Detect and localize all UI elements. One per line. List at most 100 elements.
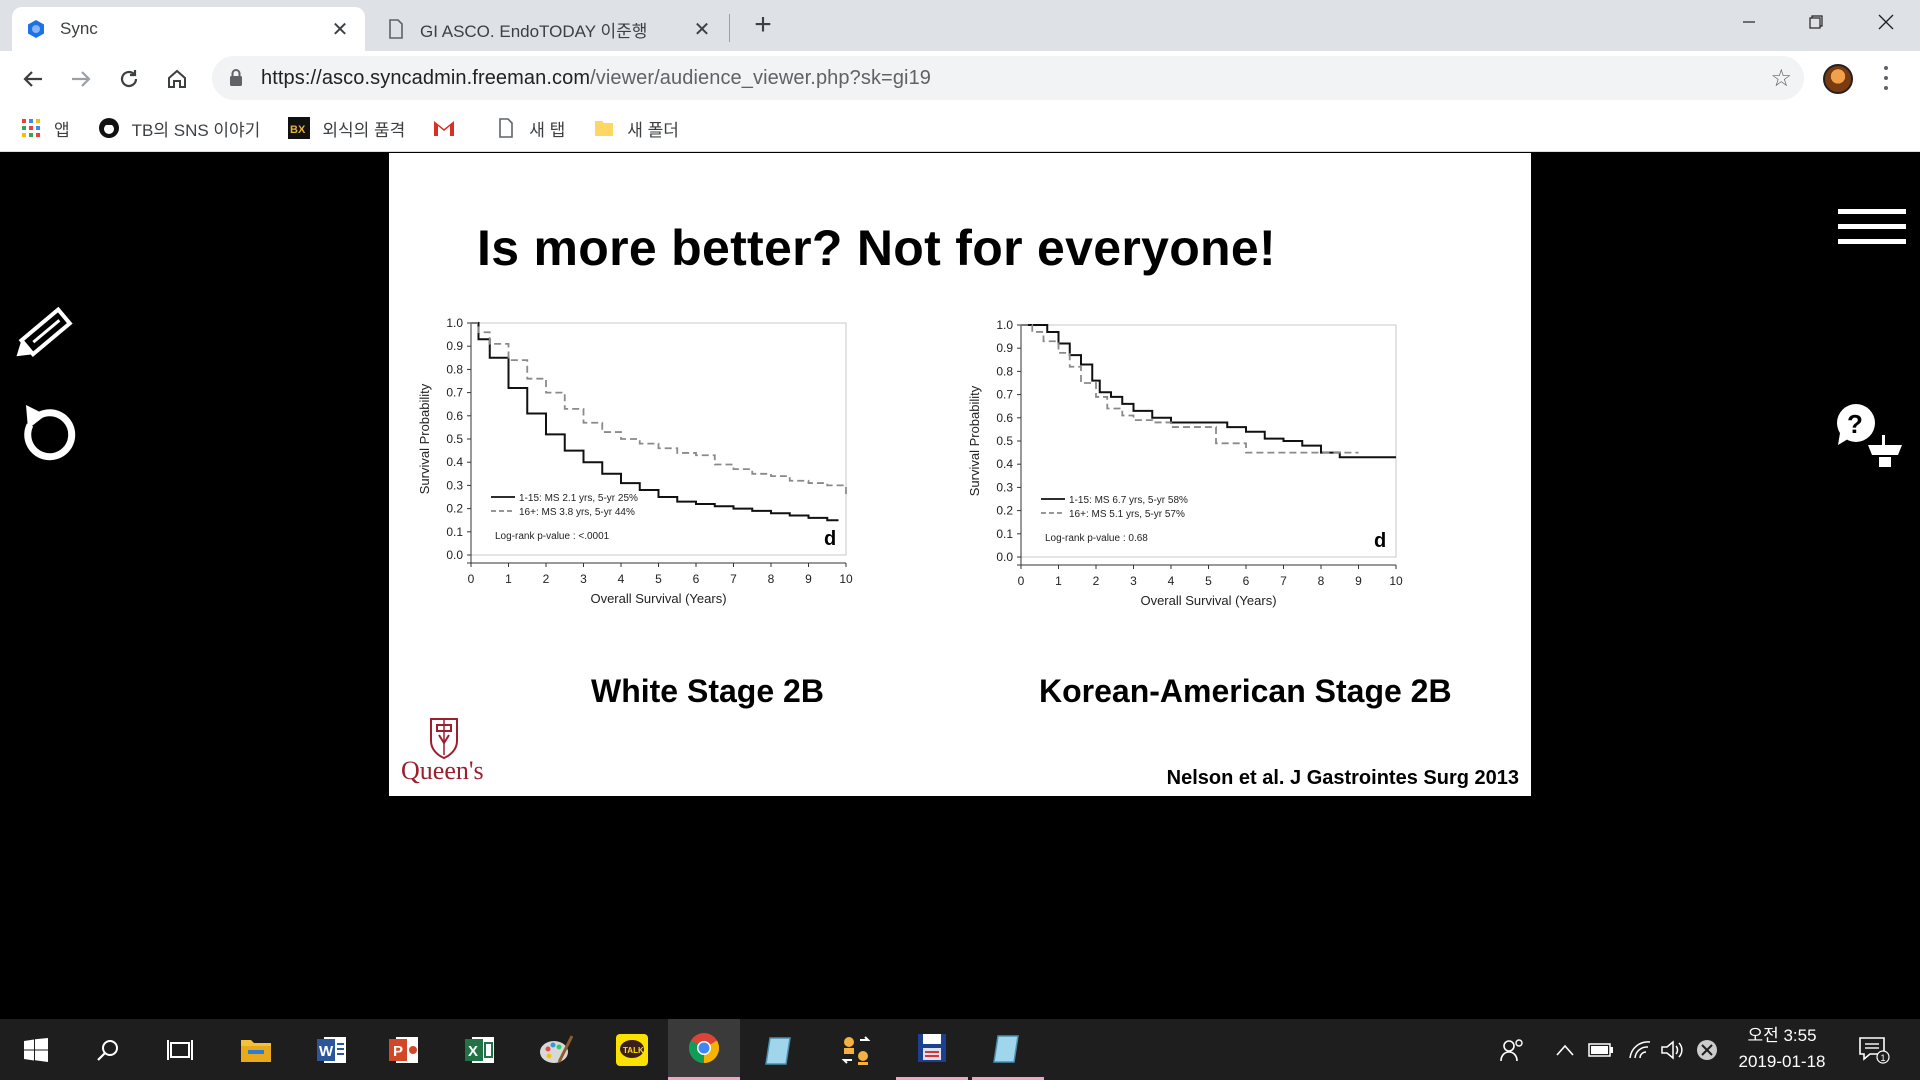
plot-frame	[1020, 324, 1397, 558]
bookmark-new-folder[interactable]: 새 폴더	[593, 116, 679, 141]
y-tick-label: 0.9	[996, 341, 1013, 355]
bookmark-restaurant[interactable]: BX 외식의 품격	[288, 116, 405, 141]
windows-start-icon[interactable]	[0, 1019, 72, 1080]
bookmark-tb-sns[interactable]: TB의 SNS 이야기	[98, 116, 260, 141]
notepad2-icon[interactable]	[972, 1019, 1044, 1080]
x-tick-label: 4	[618, 572, 625, 586]
word-icon[interactable]: W	[296, 1019, 368, 1080]
undo-icon[interactable]	[18, 401, 80, 472]
address-bar[interactable]: https://asco.syncadmin.freeman.com/viewe…	[212, 56, 1804, 100]
forward-button[interactable]	[66, 64, 96, 94]
home-button[interactable]	[162, 64, 192, 94]
browser-tab-bar: Sync ✕ GI ASCO. EndoTODAY 이준행 ✕ +	[0, 0, 1920, 51]
close-tab-icon[interactable]: ✕	[691, 17, 713, 42]
system-clock[interactable]: 오전 3:55 2019-01-18	[1732, 1023, 1832, 1075]
clock-time: 오전 3:55	[1747, 1026, 1817, 1045]
y-tick-label: 0.1	[996, 527, 1013, 541]
floppy-app-icon[interactable]	[896, 1019, 968, 1080]
notification-count: 1	[1881, 1053, 1886, 1063]
svg-text:?: ?	[1847, 409, 1863, 439]
km-plot-white: 0.0 0.1 0.2 0.3 0.4 0.5 0.6 0.7 0.8 0.9 1.0 0 1 2 3 4 5 6…	[417, 316, 853, 606]
reload-button[interactable]	[114, 64, 144, 94]
bookmark-label: 새 폴더	[627, 120, 679, 140]
apps-grid-icon	[20, 117, 42, 139]
search-icon[interactable]	[72, 1019, 144, 1080]
powerpoint-icon[interactable]: P	[368, 1019, 440, 1080]
y-tick-label: 0.7	[446, 386, 463, 400]
svg-text:P: P	[393, 1043, 403, 1060]
legend-label: 16+: MS 3.8 yrs, 5-yr 44%	[519, 507, 635, 518]
y-tick-label: 0.0	[446, 548, 463, 562]
chrome-icon[interactable]	[668, 1019, 740, 1080]
bookmark-star-icon[interactable]: ☆	[1770, 64, 1792, 93]
show-hidden-icons-chevron-up-icon[interactable]	[1556, 1019, 1574, 1080]
new-tab-button[interactable]: +	[748, 8, 778, 42]
y-tick-label: 0.7	[996, 388, 1013, 402]
close-window-button[interactable]	[1857, 0, 1915, 44]
x-tick-label: 2	[1093, 574, 1100, 588]
caption-white: White Stage 2B	[591, 673, 824, 709]
x-tick-label: 4	[1168, 574, 1175, 588]
km-plot-korean: 0.0 0.1 0.2 0.3 0.4 0.5 0.6 0.7 0.8 0.9 1.0 0 1 2 3 4 5 6…	[967, 318, 1403, 608]
tab-gi-asco[interactable]: GI ASCO. EndoTODAY 이준행 ✕	[372, 7, 727, 51]
x-tick-label: 3	[580, 572, 587, 586]
people-swap-icon[interactable]	[820, 1019, 892, 1080]
paint-icon[interactable]	[520, 1019, 592, 1080]
close-tab-icon[interactable]: ✕	[329, 17, 351, 42]
network-disconnected-icon[interactable]	[1696, 1019, 1718, 1080]
che-avatar-icon	[98, 117, 120, 139]
caption-korean: Korean-American Stage 2B	[1039, 673, 1452, 709]
notepad-icon[interactable]	[744, 1019, 816, 1080]
bookmark-gmail[interactable]	[433, 117, 467, 139]
chrome-menu-icon[interactable]	[1876, 63, 1896, 93]
task-view-icon[interactable]	[144, 1019, 216, 1080]
logo-text: Queen's	[401, 756, 484, 785]
kakaotalk-icon[interactable]: TALK	[596, 1019, 668, 1080]
url-host: https://asco.syncadmin.freeman.com	[261, 67, 591, 89]
y-tick-label: 0.0	[996, 550, 1013, 564]
minimize-button[interactable]	[1720, 0, 1778, 44]
tab-separator	[729, 14, 730, 42]
back-button[interactable]	[18, 64, 48, 94]
y-axis-label: Survival Probability	[967, 385, 982, 496]
slide-title: Is more better? Not for everyone!	[477, 220, 1276, 276]
x-axis-label: Overall Survival (Years)	[1140, 593, 1276, 608]
pencil-icon[interactable]	[14, 297, 80, 372]
excel-icon[interactable]: X	[444, 1019, 516, 1080]
gmail-icon	[433, 117, 455, 139]
volume-icon[interactable]	[1660, 1019, 1684, 1080]
profile-avatar[interactable]	[1823, 64, 1853, 94]
wifi-icon[interactable]	[1628, 1019, 1652, 1080]
y-tick-label: 0.3	[996, 480, 1013, 494]
tab-title: Sync	[60, 19, 98, 38]
x-tick-label: 8	[1318, 574, 1325, 588]
x-tick-label: 2	[543, 572, 550, 586]
tab-title: GI ASCO. EndoTODAY 이준행	[420, 21, 648, 41]
bookmark-apps[interactable]: 앱	[20, 116, 70, 141]
bookmarks-bar: 앱 TB의 SNS 이야기 BX 외식의 품격 새 탭 새 폴더	[0, 105, 1920, 152]
restore-button[interactable]	[1787, 0, 1845, 44]
action-center-icon[interactable]: 1	[1858, 1019, 1890, 1080]
x-tick-label: 0	[1018, 574, 1025, 588]
viewer-area: ? Is more better? Not for everyone! 0.0 0…	[0, 153, 1920, 1019]
bookmark-new-tab[interactable]: 새 탭	[495, 116, 565, 141]
panel-label: d	[1374, 530, 1386, 552]
file-explorer-icon[interactable]	[220, 1019, 292, 1080]
bx-logo-icon: BX	[288, 117, 311, 139]
folder-icon	[593, 117, 615, 139]
podium-icon[interactable]	[1864, 433, 1906, 474]
y-tick-label: 0.2	[446, 502, 463, 516]
survival-chart-korean: 0.0 0.1 0.2 0.3 0.4 0.5 0.6 0.7 0.8 0.9 1.0 0 1 2 3 4 5 6…	[959, 305, 1499, 675]
windows-taskbar: W P X TALK 오전 3:55 2019-01-18 1	[0, 1019, 1920, 1080]
tab-sync[interactable]: Sync ✕	[12, 7, 365, 51]
reload-icon	[120, 70, 138, 88]
x-axis-label: Overall Survival (Years)	[590, 591, 726, 606]
battery-icon[interactable]	[1588, 1019, 1614, 1080]
y-tick-label: 0.4	[996, 457, 1013, 471]
lock-icon	[230, 69, 242, 86]
y-tick-label: 0.2	[996, 504, 1013, 518]
hamburger-menu-icon[interactable]	[1838, 209, 1906, 250]
x-tick-label: 10	[1389, 574, 1403, 588]
people-icon[interactable]	[1500, 1019, 1526, 1080]
y-tick-label: 0.6	[446, 409, 463, 423]
